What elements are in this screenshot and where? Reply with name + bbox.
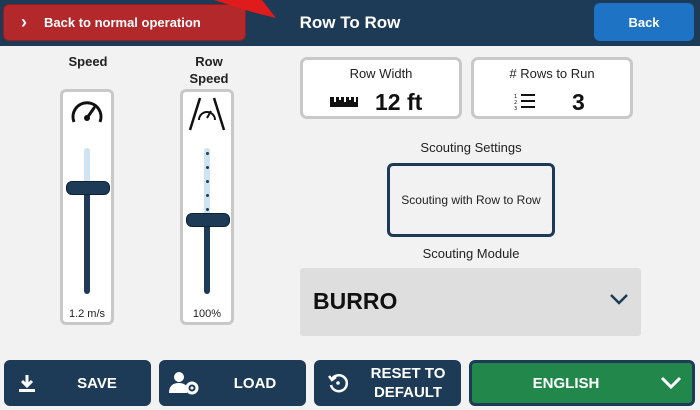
track-dot — [206, 208, 209, 211]
row-gauge-icon — [183, 96, 231, 132]
track-dot — [206, 152, 209, 155]
save-label: SAVE — [77, 374, 117, 392]
rows-to-run-label: # Rows to Run — [509, 66, 595, 81]
reset-to-default-button[interactable]: RESET TO DEFAULT — [314, 360, 461, 406]
back-button[interactable]: Back — [594, 3, 694, 41]
track-dot — [206, 194, 209, 197]
rows-to-run-box[interactable]: # Rows to Run 1 2 3 3 — [471, 57, 633, 119]
user-gear-icon — [169, 360, 199, 406]
scouting-settings-label: Scouting Settings — [420, 140, 522, 155]
gauge-icon — [63, 96, 111, 132]
speed-track-filled — [84, 186, 90, 294]
row-width-box[interactable]: Row Width 12 ft — [300, 57, 462, 119]
row-width-value: 12 ft — [375, 89, 423, 115]
save-button[interactable]: SAVE — [4, 360, 151, 406]
chevron-down-icon — [610, 294, 628, 305]
chevron-right-icon: › — [21, 12, 27, 32]
load-label: LOAD — [233, 374, 277, 392]
ruler-icon — [330, 97, 358, 107]
load-button[interactable]: LOAD — [159, 360, 306, 406]
back-to-normal-button[interactable]: › Back to normal operation — [3, 4, 246, 41]
row-speed-label: Row Speed — [189, 54, 229, 86]
row-width-label: Row Width — [349, 66, 413, 81]
svg-text:3: 3 — [514, 106, 517, 110]
reset-label: RESET TO DEFAULT — [370, 365, 446, 401]
rows-to-run-value: 3 — [572, 89, 585, 115]
row-speed-slider-thumb[interactable] — [186, 213, 230, 227]
download-icon — [18, 360, 36, 406]
page-title: Row To Row — [299, 13, 401, 32]
scouting-module-select[interactable]: BURRO — [300, 268, 641, 336]
track-dot — [206, 166, 209, 169]
speed-slider[interactable]: 1.2 m/s — [60, 89, 114, 325]
scouting-with-row-button[interactable]: Scouting with Row to Row — [387, 163, 555, 237]
language-select-button[interactable]: ENGLISH — [469, 360, 695, 406]
track-dot — [206, 180, 209, 183]
speed-value: 1.2 m/s — [68, 308, 106, 320]
header-bar: › Back to normal operation Row To Row Ba… — [0, 0, 700, 46]
chevron-down-icon — [660, 360, 682, 406]
speed-label: Speed — [68, 54, 108, 69]
numbered-list-icon: 1 2 3 — [514, 94, 535, 110]
row-speed-value: 100% — [192, 308, 222, 320]
row-speed-track-filled — [204, 218, 210, 294]
language-label: ENGLISH — [532, 374, 600, 392]
reset-icon — [328, 360, 348, 406]
row-speed-slider[interactable]: 100% — [180, 89, 234, 325]
scouting-module-label: Scouting Module — [422, 246, 520, 261]
back-to-normal-label: Back to normal operation — [44, 15, 201, 30]
scouting-module-value: BURRO — [313, 288, 398, 314]
speed-slider-thumb[interactable] — [66, 181, 110, 195]
